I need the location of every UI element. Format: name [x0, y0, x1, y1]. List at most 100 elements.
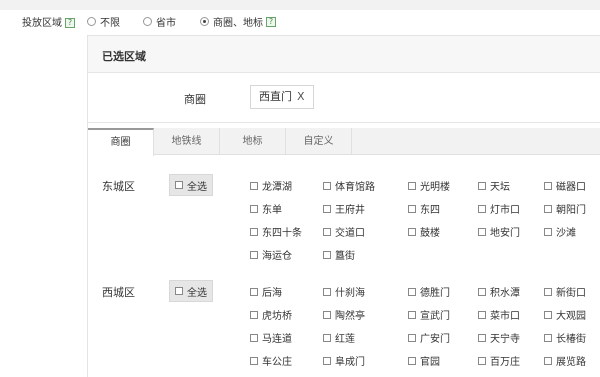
radio-selected-icon [200, 17, 209, 26]
checkbox-icon [544, 287, 552, 296]
selected-row: 商圈 西直门 X [88, 73, 600, 123]
checkbox-icon [478, 204, 486, 213]
area-checkbox-option[interactable]: 天宁寺 [478, 330, 520, 345]
area-checkbox-option[interactable]: 东单 [250, 201, 282, 216]
area-checkbox-option[interactable]: 什刹海 [323, 284, 365, 299]
checkbox-icon [323, 181, 331, 190]
area-checkbox-option[interactable]: 新街口 [544, 284, 586, 299]
panel-header: 已选区域 [88, 36, 600, 73]
area-checkbox-option[interactable]: 磁器口 [544, 178, 586, 193]
district-name: 西城区 [102, 286, 135, 299]
checkbox-icon [544, 356, 552, 365]
checkbox-icon [408, 181, 416, 190]
checkbox-icon [250, 310, 258, 319]
selected-label: 商圈 [184, 93, 206, 106]
area-checkbox-option[interactable]: 海运仓 [250, 247, 292, 262]
checkbox-icon [544, 204, 552, 213]
top-bar [0, 0, 600, 10]
area-checkbox-option[interactable]: 天坛 [478, 178, 510, 193]
tab-bar: 商圈 地铁线 地标 自定义 [88, 128, 600, 156]
checkbox-icon [544, 310, 552, 319]
checkbox-icon [323, 356, 331, 365]
area-checkbox-option[interactable]: 后海 [250, 284, 282, 299]
checkbox-icon [478, 333, 486, 342]
checkbox-icon [175, 287, 183, 295]
help-icon[interactable]: ? [266, 16, 276, 27]
area-checkbox-option[interactable]: 红莲 [323, 330, 355, 345]
checkbox-icon [478, 181, 486, 190]
radio-unlimited[interactable]: 不限 [87, 14, 120, 29]
checkbox-icon [323, 227, 331, 236]
area-checkbox-option[interactable]: 百万庄 [478, 353, 520, 368]
area-checkbox-option[interactable]: 交道口 [323, 224, 365, 239]
select-all-button[interactable]: 全选 [169, 174, 213, 196]
checkbox-icon [544, 227, 552, 236]
radio-business-district[interactable]: 商圈、地标? [200, 14, 276, 29]
checkbox-icon [250, 204, 258, 213]
select-all-button[interactable]: 全选 [169, 280, 213, 302]
panel-title: 已选区域 [102, 50, 146, 63]
area-checkbox-option[interactable]: 广安门 [408, 330, 450, 345]
tab-custom[interactable]: 自定义 [286, 128, 352, 155]
checkbox-icon [478, 356, 486, 365]
checkbox-icon [323, 204, 331, 213]
area-checkbox-option[interactable]: 宣武门 [408, 307, 450, 322]
area-checkbox-option[interactable]: 官园 [408, 353, 440, 368]
area-checkbox-option[interactable]: 龙潭湖 [250, 178, 292, 193]
area-panel: 已选区域 商圈 西直门 X 商圈 地铁线 地标 自定义 东城区 全选 龙潭湖 体育馆路… [87, 35, 600, 377]
tab-business-district[interactable]: 商圈 [88, 128, 154, 156]
checkbox-icon [250, 333, 258, 342]
area-checkbox-option[interactable]: 地安门 [478, 224, 520, 239]
checkbox-icon [250, 250, 258, 259]
area-checkbox-option[interactable]: 长椿街 [544, 330, 586, 345]
checkbox-icon [323, 250, 331, 259]
area-checkbox-option[interactable]: 展览路 [544, 353, 586, 368]
checkbox-icon [250, 181, 258, 190]
area-checkbox-option[interactable]: 沙滩 [544, 224, 576, 239]
radio-icon [87, 17, 96, 26]
checkbox-icon [408, 356, 416, 365]
help-icon[interactable]: ? [65, 18, 75, 28]
checkbox-icon [408, 287, 416, 296]
area-checkbox-option[interactable]: 体育馆路 [323, 178, 375, 193]
checkbox-icon [250, 287, 258, 296]
area-checkbox-option[interactable]: 簋街 [323, 247, 355, 262]
selected-chip: 西直门 X [250, 85, 314, 109]
area-checkbox-option[interactable]: 阜成门 [323, 353, 365, 368]
checkbox-icon [408, 204, 416, 213]
area-checkbox-option[interactable]: 鼓楼 [408, 224, 440, 239]
checkbox-icon [323, 287, 331, 296]
area-checkbox-option[interactable]: 朝阳门 [544, 201, 586, 216]
checkbox-icon [478, 227, 486, 236]
area-checkbox-option[interactable]: 马连道 [250, 330, 292, 345]
area-checkbox-option[interactable]: 积水潭 [478, 284, 520, 299]
checkbox-icon [478, 310, 486, 319]
area-checkbox-option[interactable]: 车公庄 [250, 353, 292, 368]
area-checkbox-option[interactable]: 灯市口 [478, 201, 520, 216]
area-checkbox-option[interactable]: 陶然亭 [323, 307, 365, 322]
area-row: 投放区域? 不限 省市 商圈、地标? [0, 10, 600, 32]
tab-landmark[interactable]: 地标 [220, 128, 286, 155]
area-checkbox-option[interactable]: 光明楼 [408, 178, 450, 193]
area-checkbox-option[interactable]: 菜市口 [478, 307, 520, 322]
area-checkbox-option[interactable]: 东四十条 [250, 224, 302, 239]
area-checkbox-option[interactable]: 虎坊桥 [250, 307, 292, 322]
checkbox-icon [408, 227, 416, 236]
checkbox-icon [544, 333, 552, 342]
checkbox-icon [323, 333, 331, 342]
tab-subway[interactable]: 地铁线 [154, 128, 220, 155]
district-name: 东城区 [102, 180, 135, 193]
checkbox-icon [408, 333, 416, 342]
checkbox-icon [478, 287, 486, 296]
checkbox-icon [544, 181, 552, 190]
area-checkbox-option[interactable]: 王府井 [323, 201, 365, 216]
area-checkbox-option[interactable]: 德胜门 [408, 284, 450, 299]
radio-icon [143, 17, 152, 26]
remove-icon[interactable]: X [297, 86, 305, 108]
checkbox-icon [250, 227, 258, 236]
area-checkbox-option[interactable]: 东四 [408, 201, 440, 216]
area-checkbox-option[interactable]: 大观园 [544, 307, 586, 322]
checkbox-icon [408, 310, 416, 319]
checkbox-icon [250, 356, 258, 365]
radio-province-city[interactable]: 省市 [143, 14, 176, 29]
